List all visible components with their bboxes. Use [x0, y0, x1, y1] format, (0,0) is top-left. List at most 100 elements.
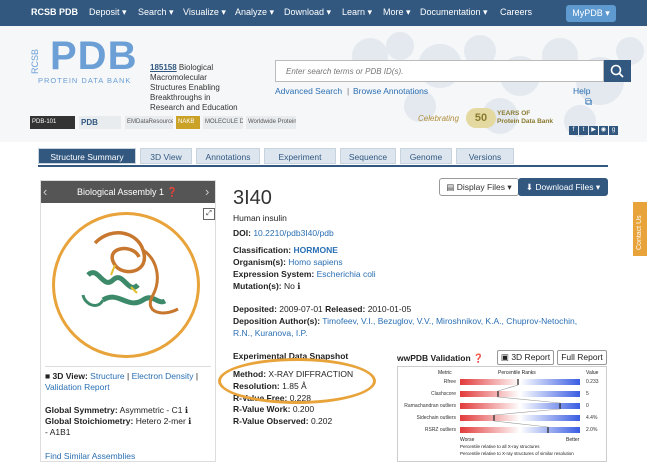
logo-pdb-text: PDB — [50, 34, 138, 78]
doi-link[interactable]: 10.2210/pdb3I40/pdb — [253, 228, 333, 238]
advanced-search-link[interactable]: Advanced Search — [275, 86, 342, 96]
youtube-icon[interactable]: ▶ — [589, 126, 598, 135]
tab-3d-view[interactable]: 3D View — [140, 148, 192, 164]
help-icon[interactable]: ❓ — [167, 187, 178, 197]
metric-label: Ramachandran outliers — [404, 403, 456, 409]
structure-tabs: Structure Summary 3D View Annotations Ex… — [38, 148, 608, 167]
global-stoichiometry-continued: - A1B1 — [45, 427, 71, 437]
expression-system-row: Expression System: Escherichia coli — [233, 269, 376, 279]
github-icon[interactable]: g — [609, 126, 618, 135]
download-files-button[interactable]: ⬇ Download Files ▾ — [518, 178, 608, 196]
mypdb-button[interactable]: MyPDB ▾ — [566, 5, 616, 22]
tab-versions[interactable]: Versions — [456, 148, 514, 164]
resolution-row: Resolution: 1.85 Å — [233, 381, 307, 391]
molecule-viewer[interactable] — [43, 205, 213, 333]
nav-analyze[interactable]: Analyze ▾ — [235, 7, 274, 18]
tab-annotations[interactable]: Annotations — [196, 148, 260, 164]
method-row: Method: X-RAY DIFFRACTION — [233, 369, 354, 379]
browse-annotations-link[interactable]: Browse Annotations — [353, 86, 428, 96]
better-label: Better — [566, 437, 580, 443]
divider — [45, 366, 211, 367]
electron-density-link[interactable]: Electron Density — [132, 371, 194, 381]
validation-report-link[interactable]: Validation Report — [45, 382, 110, 392]
chevron-right-icon[interactable]: › — [205, 184, 209, 199]
expression-system-link[interactable]: Escherichia coli — [317, 269, 376, 279]
link-separator: | — [347, 86, 350, 96]
facebook-icon[interactable]: f — [569, 126, 578, 135]
info-icon[interactable]: ℹ — [188, 416, 191, 426]
nav-search[interactable]: Search ▾ — [138, 7, 174, 18]
partner-nakb[interactable]: NAKB — [176, 116, 200, 129]
nav-careers[interactable]: Careers — [500, 7, 532, 17]
metric-label: Sidechain outliers — [416, 415, 456, 421]
doi-row: DOI: 10.2210/pdb3I40/pdb — [233, 228, 334, 238]
nav-documentation[interactable]: Documentation ▾ — [420, 7, 488, 18]
expand-icon[interactable]: ⤢ — [203, 208, 215, 220]
3d-report-button[interactable]: ▣ 3D Report — [497, 350, 554, 365]
info-icon[interactable]: ℹ — [185, 405, 188, 415]
legend-similar: Percentile relative to X-ray structures … — [460, 451, 574, 456]
assembly-panel: ‹ Biological Assembly 1 ❓ › ⤢ ■ 3D View:… — [40, 180, 216, 462]
blog-icon[interactable]: ◉ — [599, 126, 608, 135]
partner-molecule-data-bank[interactable]: MOLECULE DATA BANK — [203, 116, 243, 129]
authors-row: Deposition Author(s): Timofeev, V.I., Be… — [233, 316, 578, 326]
authors-link-continued[interactable]: R.N., Kuranova, I.P. — [233, 328, 308, 338]
search-icon — [610, 64, 624, 78]
validation-slider-graphic[interactable]: Metric Percentile Ranks Value Rfree 0.23… — [397, 366, 607, 462]
celebrating-text: Celebrating — [418, 114, 459, 123]
chevron-left-icon[interactable]: ‹ — [43, 184, 47, 199]
cube-icon: ■ — [45, 371, 51, 381]
col-value: Value — [586, 370, 599, 376]
partner-wwpdb-foundation[interactable]: Worldwide Protein Data Bank Foundation — [246, 116, 296, 129]
external-link-icon[interactable]: ⧉ — [585, 97, 592, 108]
site-header: RCSB PDB PROTEIN DATA BANK 185158 Biolog… — [0, 26, 647, 142]
tab-sequence[interactable]: Sequence — [340, 148, 396, 164]
organism-row: Organism(s): Homo sapiens — [233, 257, 343, 267]
percentile-markers — [493, 379, 561, 433]
structure-link[interactable]: Structure — [90, 371, 125, 381]
authors-link[interactable]: Timofeev, V.I., Bezuglov, V.V., Miroshni… — [322, 316, 577, 326]
rvalue-work-row: R-Value Work: 0.200 — [233, 404, 315, 414]
rcsb-pdb-logo[interactable]: RCSB PDB PROTEIN DATA BANK — [30, 34, 148, 89]
help-link[interactable]: Help — [573, 86, 590, 96]
metric-value: 0 — [586, 403, 589, 409]
insulin-structure-image — [81, 231, 179, 315]
twitter-icon[interactable]: t — [579, 126, 588, 135]
full-report-button[interactable]: Full Report — [557, 350, 607, 365]
metric-label: Rfree — [443, 379, 456, 385]
col-percentile: Percentile Ranks — [498, 370, 536, 376]
tab-genome[interactable]: Genome — [400, 148, 452, 164]
logo-rcsb-text: RCSB — [30, 48, 40, 74]
search-input[interactable]: Enter search terms or PDB ID(s). — [275, 60, 604, 82]
display-files-button[interactable]: ▤ Display Files ▾ — [439, 178, 519, 196]
info-icon[interactable]: ℹ — [297, 281, 300, 291]
top-nav: RCSB PDB Deposit ▾ Search ▾ Visualize ▾ … — [0, 0, 647, 26]
entry-name: Human insulin — [233, 213, 287, 223]
cube-icon: ▣ — [500, 352, 509, 362]
nav-deposit[interactable]: Deposit ▾ — [89, 7, 127, 18]
nav-learn[interactable]: Learn ▾ — [342, 7, 372, 18]
partner-emdataresource[interactable]: EMDataResource — [125, 116, 173, 129]
nav-download[interactable]: Download ▾ — [284, 7, 331, 18]
worse-label: Worse — [460, 437, 475, 443]
nav-rcsb-pdb[interactable]: RCSB PDB — [31, 7, 78, 17]
experiment-heading: Experimental Data Snapshot — [233, 351, 349, 361]
tab-structure-summary[interactable]: Structure Summary — [38, 148, 136, 164]
classification-link[interactable]: HORMONE — [293, 245, 337, 255]
pdb-id-title: 3I40 — [233, 187, 272, 209]
search-button[interactable] — [604, 60, 631, 82]
metric-value: 2.0% — [586, 427, 598, 433]
authors-row-continued: R.N., Kuranova, I.P. — [233, 328, 308, 338]
global-symmetry: Global Symmetry: Asymmetric - C1 ℹ — [45, 405, 189, 415]
partner-pdb101[interactable]: PDB-101 — [30, 116, 75, 129]
find-similar-assemblies-link[interactable]: Find Similar Assemblies — [45, 451, 135, 462]
help-icon[interactable]: ❓ — [473, 353, 484, 363]
tab-experiment[interactable]: Experiment — [264, 148, 336, 164]
structure-count[interactable]: 185158 — [150, 63, 177, 72]
partner-pdb[interactable]: PDB — [79, 116, 121, 129]
contact-us-tab[interactable]: Contact Us — [633, 202, 647, 256]
organism-link[interactable]: Homo sapiens — [288, 257, 342, 267]
header-tagline: 185158 Biological Macromolecular Structu… — [150, 63, 238, 112]
nav-more[interactable]: More ▾ — [383, 7, 411, 18]
nav-visualize[interactable]: Visualize ▾ — [183, 7, 226, 18]
